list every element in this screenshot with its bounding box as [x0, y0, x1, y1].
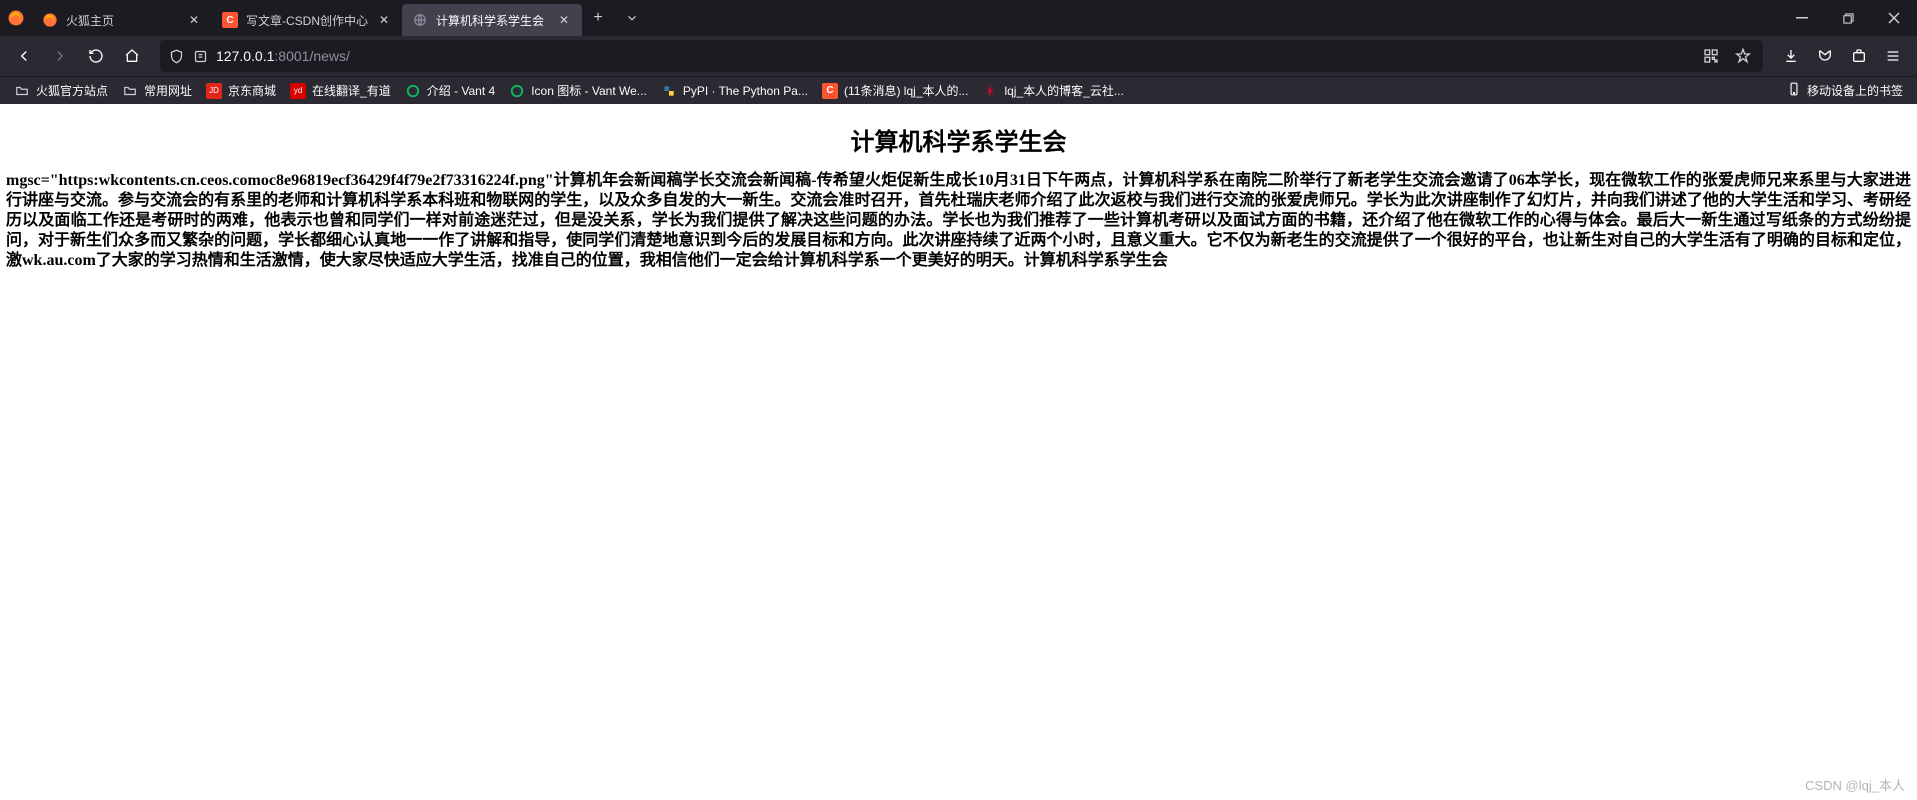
bookmark-youdao[interactable]: yd 在线翻译_有道 [284, 78, 397, 103]
qr-icon[interactable] [1699, 44, 1723, 68]
app-menu-button[interactable] [1877, 40, 1909, 72]
bookmark-label: lqj_本人的博客_云社... [1004, 82, 1123, 99]
csdn-icon: C [822, 83, 838, 99]
shield-icon[interactable] [168, 48, 184, 64]
url-text: 127.0.0.1:8001/news/ [216, 48, 1691, 64]
new-tab-button[interactable]: + [582, 2, 614, 34]
url-bar[interactable]: 127.0.0.1:8001/news/ [160, 40, 1763, 72]
tab-bar: 火狐主页 ✕ C 写文章-CSDN创作中心 ✕ 计算机科学系学生会 ✕ + [0, 0, 1917, 36]
pypi-icon [661, 83, 677, 99]
bookmark-star-icon[interactable] [1731, 44, 1755, 68]
vant-icon [405, 83, 421, 99]
page-info-icon[interactable] [192, 48, 208, 64]
minimize-button[interactable] [1779, 0, 1825, 36]
bookmark-pypi[interactable]: PyPI · The Python Pa... [655, 79, 814, 103]
news-body: mgsc="https:wkcontents.cn.ceos.comoc8e96… [0, 171, 1917, 271]
mobile-icon [1787, 82, 1801, 99]
bookmark-label: 火狐官方站点 [36, 82, 108, 99]
tab-news-active[interactable]: 计算机科学系学生会 ✕ [402, 4, 582, 36]
bookmark-label: 常用网址 [144, 82, 192, 99]
reload-button[interactable] [80, 40, 112, 72]
bookmark-label: 介绍 - Vant 4 [427, 82, 495, 99]
bookmark-common[interactable]: 常用网址 [116, 78, 198, 103]
tabs-dropdown-icon[interactable] [614, 0, 650, 36]
watermark: CSDN @lqj_本人 [1805, 775, 1905, 794]
back-button[interactable] [8, 40, 40, 72]
folder-icon [122, 83, 138, 99]
home-button[interactable] [116, 40, 148, 72]
bookmark-csdn-msg[interactable]: C (11条消息) lqj_本人的... [816, 78, 974, 103]
bookmark-firefox-official[interactable]: 火狐官方站点 [8, 78, 114, 103]
close-icon[interactable]: ✕ [556, 12, 572, 28]
page-heading: 计算机科学系学生会 [0, 122, 1917, 157]
youdao-icon: yd [290, 83, 306, 99]
bookmark-label: Icon 图标 - Vant We... [531, 82, 647, 99]
firefox-menu-icon[interactable] [0, 0, 32, 36]
window-controls [1779, 0, 1917, 36]
bookmark-vant4[interactable]: 介绍 - Vant 4 [399, 78, 501, 103]
bookmark-label: 在线翻译_有道 [312, 82, 391, 99]
forward-button[interactable] [44, 40, 76, 72]
mobile-bookmarks[interactable]: 移动设备上的书签 [1781, 78, 1909, 103]
huawei-icon [982, 83, 998, 99]
bookmark-label: PyPI · The Python Pa... [683, 84, 808, 98]
tab-title: 火狐主页 [66, 12, 178, 29]
tab-firefox-home[interactable]: 火狐主页 ✕ [32, 4, 212, 36]
extensions-button[interactable] [1843, 40, 1875, 72]
globe-icon [412, 12, 428, 28]
bookmarks-bar: 火狐官方站点 常用网址 JD 京东商城 yd 在线翻译_有道 介绍 - Vant… [0, 76, 1917, 104]
close-icon[interactable]: ✕ [376, 12, 392, 28]
downloads-button[interactable] [1775, 40, 1807, 72]
firefox-icon [42, 12, 58, 28]
maximize-button[interactable] [1825, 0, 1871, 36]
vant-icon [509, 83, 525, 99]
bookmark-vant-icon[interactable]: Icon 图标 - Vant We... [503, 78, 653, 103]
toolbar: 127.0.0.1:8001/news/ [0, 36, 1917, 76]
close-icon[interactable]: ✕ [186, 12, 202, 28]
tab-title: 计算机科学系学生会 [436, 12, 548, 29]
close-button[interactable] [1871, 0, 1917, 36]
bookmark-label: (11条消息) lqj_本人的... [844, 82, 968, 99]
tab-csdn[interactable]: C 写文章-CSDN创作中心 ✕ [212, 4, 402, 36]
jd-icon: JD [206, 83, 222, 99]
bookmark-jd[interactable]: JD 京东商城 [200, 78, 282, 103]
tab-title: 写文章-CSDN创作中心 [246, 12, 368, 29]
bookmark-huawei[interactable]: lqj_本人的博客_云社... [976, 78, 1129, 103]
account-button[interactable] [1809, 40, 1841, 72]
csdn-icon: C [222, 12, 238, 28]
bookmark-label: 京东商城 [228, 82, 276, 99]
page-content: 计算机科学系学生会 mgsc="https:wkcontents.cn.ceos… [0, 104, 1917, 800]
mobile-bookmarks-label: 移动设备上的书签 [1807, 82, 1903, 99]
folder-icon [14, 83, 30, 99]
